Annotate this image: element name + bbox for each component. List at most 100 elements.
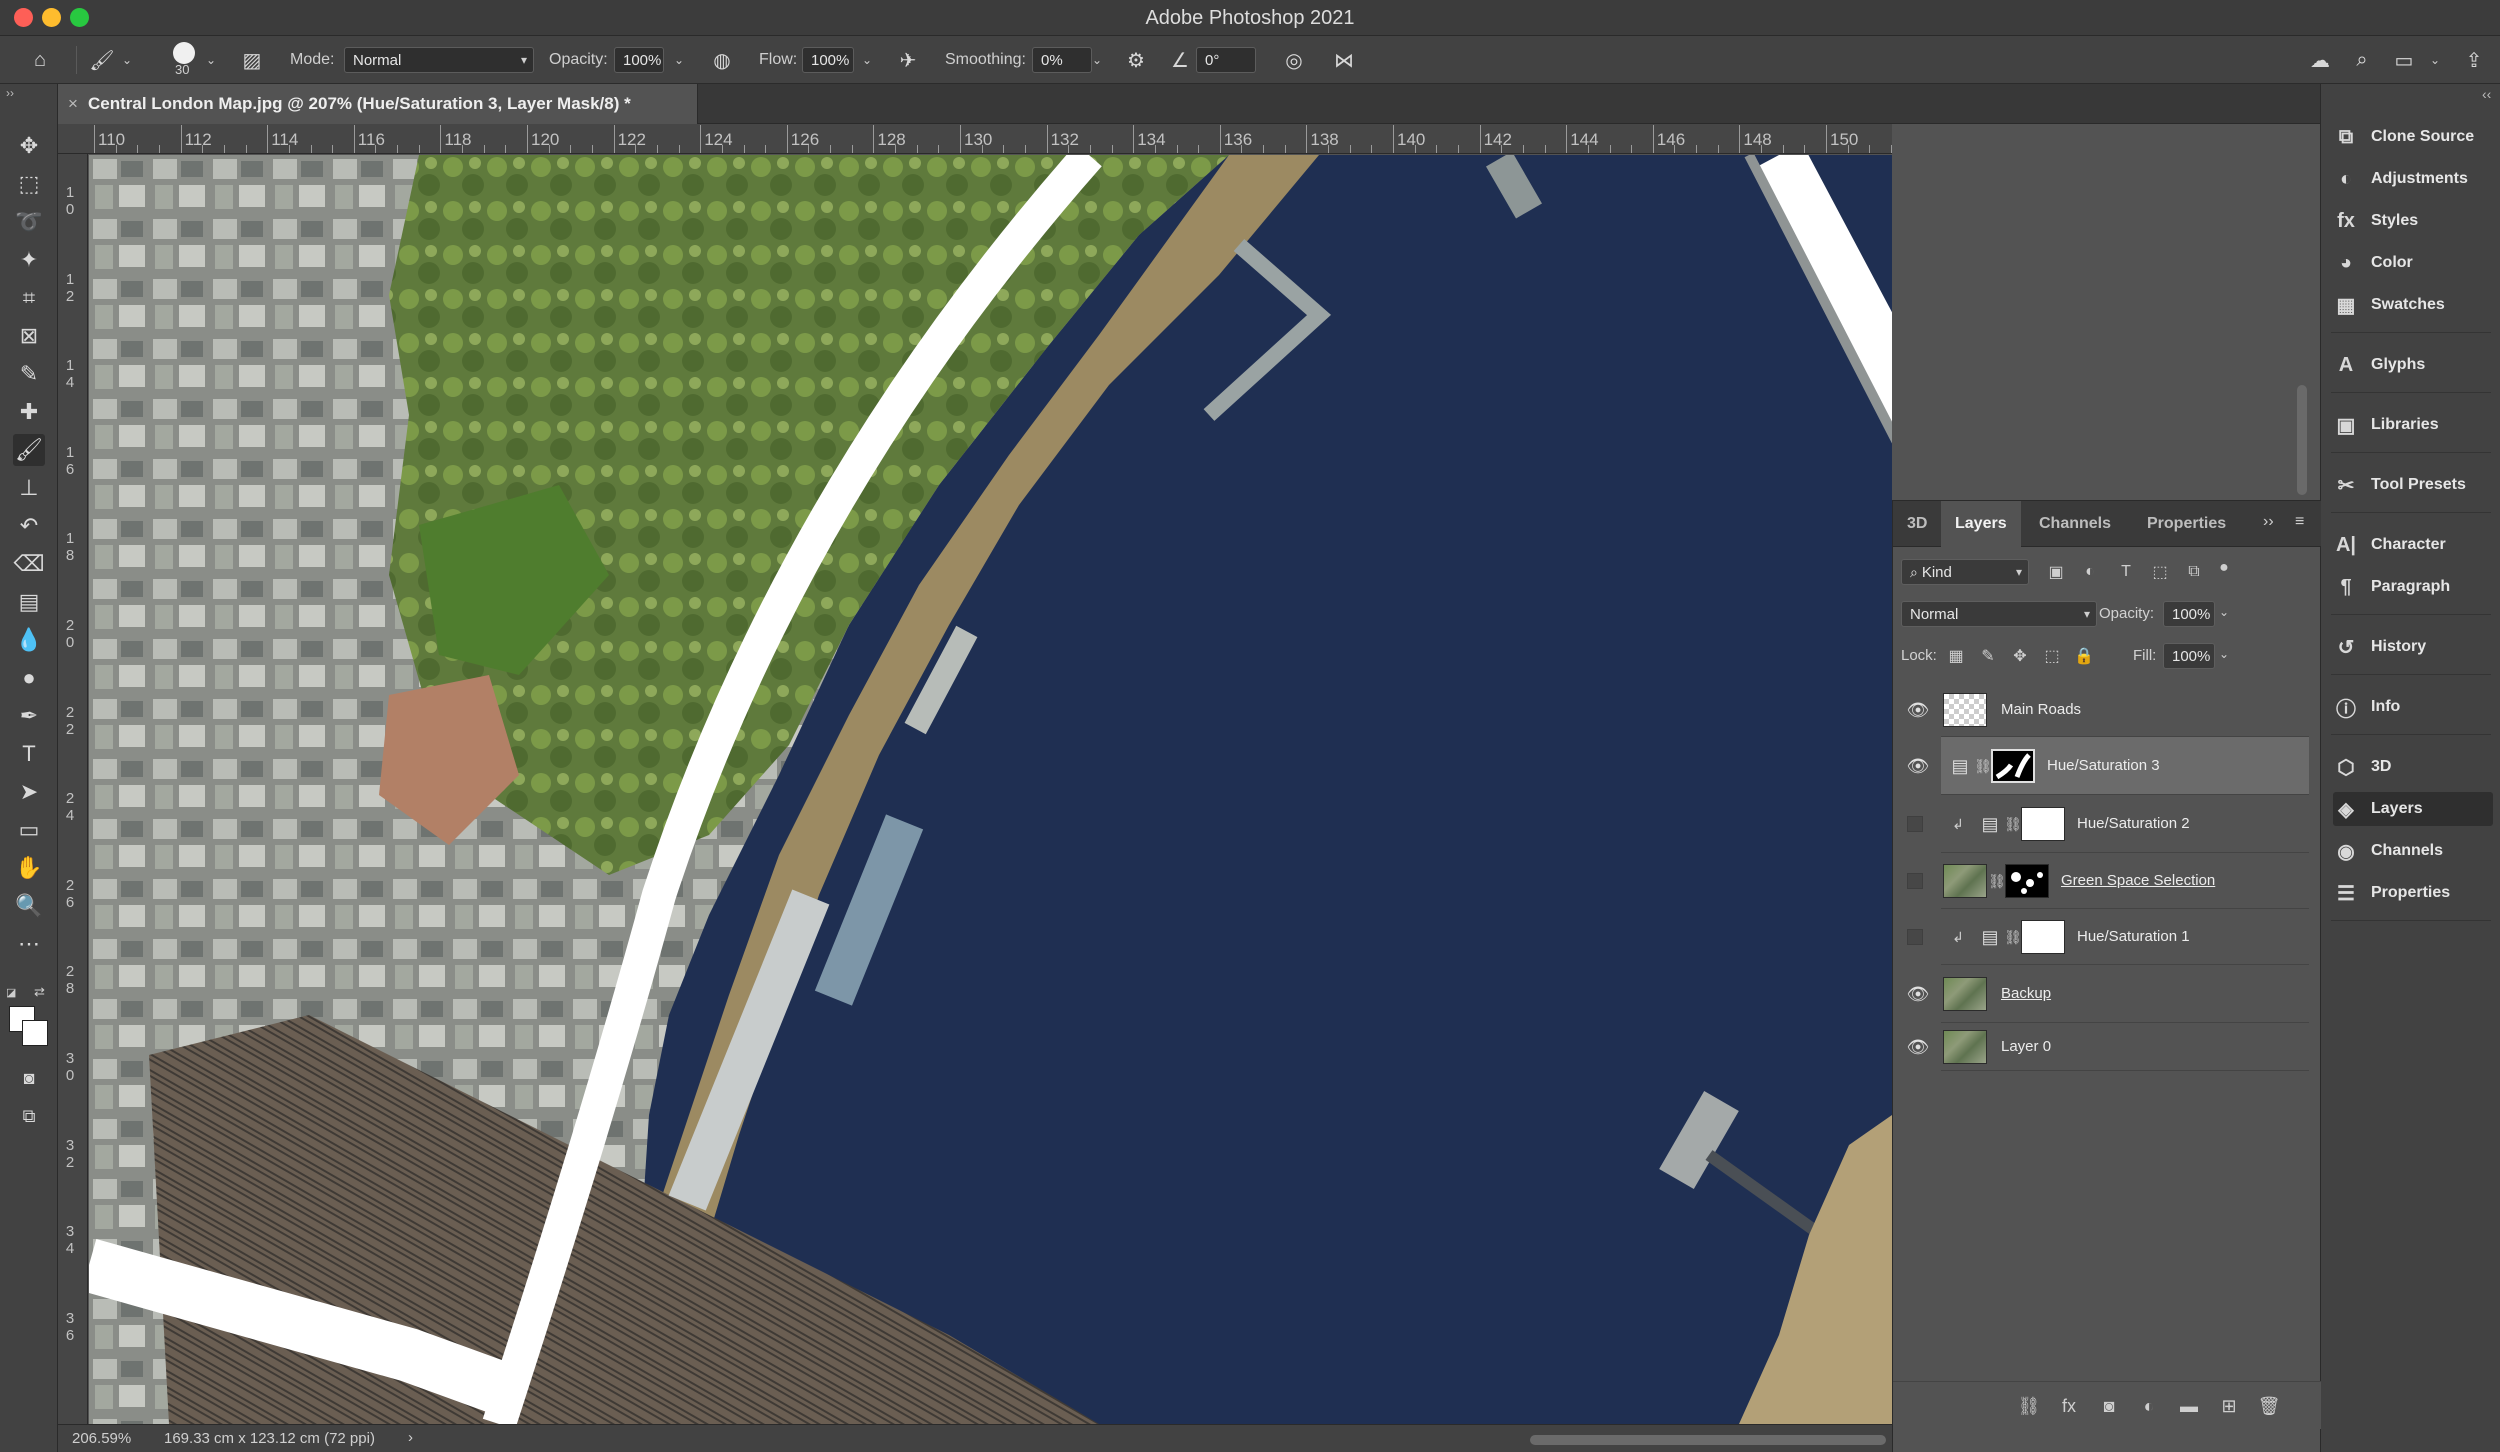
delete-layer-icon[interactable]: 🗑 [2257,1394,2281,1418]
layer-thumbnail[interactable] [1943,693,1987,727]
path-selection-tool-icon[interactable]: ➤ [13,776,45,808]
tab-3d[interactable]: 3D [1893,501,1941,547]
pressure-opacity-icon[interactable]: ◍ [708,46,736,74]
swap-colors-icon[interactable]: ⇄ [34,984,45,1000]
crop-tool-icon[interactable]: ⌗ [13,282,45,314]
mask-link-icon[interactable]: ⛓ [2004,813,2022,835]
close-icon[interactable]: × [58,94,88,114]
zoom-level[interactable]: 206.59% [72,1430,131,1447]
workspace-caret-icon[interactable]: ⌄ [2430,36,2440,84]
dock-item-swatches[interactable]: ▦ Swatches [2333,288,2493,322]
layer-row[interactable]: 👁 Main Roads [1907,683,2309,737]
document-canvas[interactable] [89,155,1892,1424]
smoothing-input[interactable]: 0% [1032,47,1092,73]
layer-mask-thumbnail[interactable] [2021,807,2065,841]
frame-tool-icon[interactable]: ⊠ [13,320,45,352]
zoom-tool-icon[interactable]: 🔍 [13,890,45,922]
dock-item-3d[interactable]: ⬡ 3D [2333,750,2493,784]
brush-angle-input[interactable]: 0° [1196,47,1256,73]
layer-row[interactable]: 👁 ▤ ⛓ Hue/Saturation 3 [1907,737,2309,795]
lock-artboard-icon[interactable]: ⬚ [2041,645,2063,667]
filter-pixel-icon[interactable]: ▣ [2045,561,2067,583]
history-brush-tool-icon[interactable]: ↶ [13,510,45,542]
layer-name[interactable]: Green Space Selection [2061,872,2215,889]
dock-item-glyphs[interactable]: A Glyphs [2333,348,2493,382]
dock-item-tool-presets[interactable]: ✂ Tool Presets [2333,468,2493,502]
dock-item-history[interactable]: ↺ History [2333,630,2493,664]
dock-item-styles[interactable]: fx Styles [2333,204,2493,238]
dock-item-adjustments[interactable]: ◐ Adjustments [2333,162,2493,196]
layer-style-icon[interactable]: fx [2057,1394,2081,1418]
magic-wand-tool-icon[interactable]: ✦ [13,244,45,276]
filter-adjustment-icon[interactable]: ◐ [2079,561,2101,583]
home-icon[interactable]: ⌂ [26,46,54,74]
hand-tool-icon[interactable]: ✋ [13,852,45,884]
mask-link-icon[interactable]: ⛓ [1974,755,1992,777]
layer-row[interactable]: 👁 Layer 0 [1907,1023,2309,1071]
toolbar-expand-icon[interactable]: ›› [6,86,14,100]
brush-tool-icon[interactable]: 🖌 [13,434,45,466]
fill-caret-icon[interactable]: ⌄ [2219,647,2229,661]
vertical-ruler[interactable]: 10 12 14 16 18 20 22 24 26 28 30 32 34 36 [58,154,88,1424]
link-layers-icon[interactable]: ⛓ [2017,1394,2041,1418]
dock-item-paragraph[interactable]: ¶ Paragraph [2333,570,2493,604]
dock-item-clone-source[interactable]: ⧉ Clone Source [2333,120,2493,154]
clone-stamp-tool-icon[interactable]: ⊥ [13,472,45,504]
opacity-caret-icon[interactable]: ⌄ [2219,605,2229,619]
visibility-toggle[interactable] [1907,873,1923,889]
vertical-scrollbar-thumb[interactable] [2297,385,2307,495]
fill-input[interactable]: 100% [2163,643,2215,669]
filter-toggle-icon[interactable]: ● [2213,557,2235,579]
smoothing-caret-icon[interactable]: ⌄ [1092,36,1102,84]
lock-image-icon[interactable]: ✎ [1977,645,1999,667]
brush-tool-preset-icon[interactable]: 🖌 [88,46,116,74]
lock-position-icon[interactable]: ✥ [2009,645,2031,667]
pen-tool-icon[interactable]: ✒ [13,700,45,732]
layer-opacity-input[interactable]: 100% [2163,601,2215,627]
dock-item-character[interactable]: A| Character [2333,528,2493,562]
flow-caret-icon[interactable]: ⌄ [862,36,872,84]
blend-mode-select[interactable]: Normal ▾ [1901,601,2097,627]
add-mask-icon[interactable]: ◙ [2097,1394,2121,1418]
new-layer-icon[interactable]: ⊞ [2217,1394,2241,1418]
preset-caret-icon[interactable]: ⌄ [122,36,132,84]
layer-thumbnail[interactable] [1943,864,1987,898]
layer-row[interactable]: ↲ ▤ ⛓ Hue/Saturation 1 [1907,909,2309,965]
dodge-tool-icon[interactable]: ● [13,662,45,694]
status-menu-arrow[interactable]: › [408,1429,413,1446]
filter-shape-icon[interactable]: ⬚ [2149,561,2171,583]
layer-row[interactable]: ⛓ Green Space Selection [1907,853,2309,909]
new-adjustment-layer-icon[interactable]: ◐ [2137,1394,2161,1418]
layer-filter-select[interactable]: ⌕ Kind ▾ [1901,559,2029,585]
tab-channels[interactable]: Channels [2025,501,2125,547]
pressure-size-icon[interactable]: ◎ [1280,46,1308,74]
layer-mask-thumbnail[interactable] [1991,749,2035,783]
workspace-icon[interactable]: ▭ [2390,46,2418,74]
mask-link-icon[interactable]: ⛓ [2004,926,2022,948]
layer-name[interactable]: Hue/Saturation 1 [2077,928,2190,945]
dock-collapse-icon[interactable]: ‹‹ [2482,86,2491,102]
search-icon[interactable]: ⌕ [2348,46,2376,74]
panel-menu-icon[interactable]: ≡ [2295,513,2304,531]
eyedropper-tool-icon[interactable]: ✎ [13,358,45,390]
lock-all-icon[interactable]: 🔒 [2073,645,2095,667]
visibility-toggle[interactable] [1907,929,1923,945]
layer-name[interactable]: Hue/Saturation 2 [2077,815,2190,832]
move-tool-icon[interactable]: ✥ [13,130,45,162]
eye-icon[interactable]: 👁 [1907,983,1930,1005]
layer-name[interactable]: Main Roads [2001,701,2081,718]
mode-select[interactable]: Normal ▾ [344,47,534,73]
eye-icon[interactable]: 👁 [1907,755,1930,777]
new-group-icon[interactable]: ▬ [2177,1394,2201,1418]
dock-item-properties[interactable]: ☰ Properties [2333,876,2493,910]
layer-thumbnail[interactable] [1943,1030,1987,1064]
brush-picker-caret-icon[interactable]: ⌄ [206,36,216,84]
type-tool-icon[interactable]: T [13,738,45,770]
background-color-swatch[interactable] [22,1020,48,1046]
mask-link-icon[interactable]: ⛓ [1988,870,2006,892]
healing-brush-tool-icon[interactable]: ✚ [13,396,45,428]
marquee-tool-icon[interactable]: ⬚ [13,168,45,200]
tab-properties[interactable]: Properties [2133,501,2240,547]
cloud-documents-icon[interactable]: ☁ [2306,46,2334,74]
layer-row[interactable]: 👁 Backup [1907,965,2309,1023]
